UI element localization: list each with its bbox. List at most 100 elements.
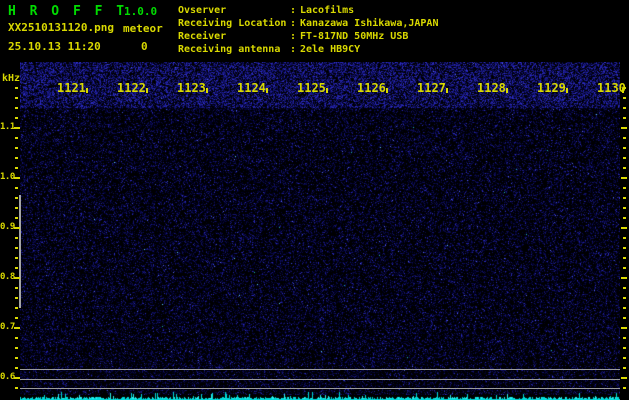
time-tick-label: 1122 [117,81,146,95]
freq-minor-tick [15,187,18,189]
info-row: Receiving antenna:2ele HB9CY [178,43,438,56]
freq-tick-label: 0.9 [0,222,15,232]
freq-minor-tick [15,297,18,299]
info-row-separator: : [290,44,297,55]
freq-minor-tick [623,297,626,299]
freq-minor-tick [623,237,626,239]
freq-minor-tick [15,117,18,119]
info-row-separator: : [290,31,297,42]
freq-minor-tick [15,107,18,109]
meteor-count: 0 [141,40,148,53]
freq-major-tick [621,377,627,379]
freq-minor-tick [623,307,626,309]
time-minute-tick [86,88,88,93]
freq-minor-tick [623,157,626,159]
time-minute-tick [566,88,568,93]
info-row-label: Receiver [178,31,227,42]
freq-major-tick [14,277,20,279]
horizontal-marker-line [20,388,620,389]
freq-tick-label: 0.7 [0,322,15,332]
info-row-value: Lacofilms [300,5,355,16]
freq-minor-tick [623,337,626,339]
freq-minor-tick [15,197,18,199]
info-row-value: 2ele HB9CY [300,44,361,55]
freq-minor-tick [15,307,18,309]
freq-major-tick [621,227,627,229]
freq-tick-label: 1.1 [0,122,15,132]
info-row-value: Kanazawa Ishikawa,JAPAN [300,18,439,29]
freq-minor-tick [15,147,18,149]
freq-major-tick [14,227,20,229]
freq-minor-tick [623,247,626,249]
info-row: Ovserver: Lacofilms [178,4,438,17]
time-minute-tick [326,88,328,93]
freq-minor-tick [15,257,18,259]
time-tick-label: 1121 [57,81,86,95]
horizontal-marker-line [20,369,620,370]
freq-minor-tick [623,287,626,289]
freq-minor-tick [15,157,18,159]
freq-major-tick [621,327,627,329]
time-tick-label: 1128 [477,81,506,95]
freq-minor-tick [623,257,626,259]
mode-label: meteor [123,22,163,35]
freq-minor-tick [623,117,626,119]
freq-minor-tick [15,367,18,369]
freq-tick-label: 0.6 [0,372,15,382]
time-tick-label: 1125 [297,81,326,95]
freq-major-tick [621,177,627,179]
freq-minor-tick [623,367,626,369]
output-filename: XX2510131120.png [8,21,114,34]
freq-major-tick [621,127,627,129]
freq-minor-tick [623,357,626,359]
freq-minor-tick [15,387,18,389]
freq-minor-tick [15,347,18,349]
time-minute-tick [506,88,508,93]
freq-minor-tick [623,347,626,349]
time-tick-label: 1129 [537,81,566,95]
info-row: Receiving Location: Kanazawa Ishikawa,JAP… [178,17,438,30]
freq-tick-label: 0.8 [0,272,15,282]
freq-minor-tick [623,387,626,389]
time-tick-label: 1124 [237,81,266,95]
freq-minor-tick [623,197,626,199]
app-title: H R O F F T [8,4,128,19]
freq-major-tick [14,127,20,129]
freq-minor-tick [15,237,18,239]
time-tick-label: 1127 [417,81,446,95]
spectrogram-noise [20,62,620,395]
time-minute-tick [386,88,388,93]
freq-minor-tick [623,147,626,149]
freq-minor-tick [15,97,18,99]
freq-minor-tick [15,337,18,339]
time-minute-tick [266,88,268,93]
info-row-separator: : [290,5,297,16]
info-row-label: Ovserver [178,5,227,16]
freq-minor-tick [623,167,626,169]
info-row-label: Receiving antenna [178,44,281,55]
freq-minor-tick [623,217,626,219]
time-minute-tick [146,88,148,93]
info-row-separator: : [290,18,297,29]
info-row: Receiver: FT-817ND 50MHz USB [178,30,438,43]
freq-minor-tick [15,87,18,89]
freq-axis-unit-label: kHz [2,73,21,84]
freq-minor-tick [623,187,626,189]
freq-minor-tick [623,207,626,209]
freq-major-tick [14,327,20,329]
info-row-value: FT-817ND 50MHz USB [300,31,409,42]
freq-minor-tick [15,217,18,219]
freq-minor-tick [15,317,18,319]
app-version: 1.0.0 [124,5,158,18]
freq-minor-tick [15,207,18,209]
freq-minor-tick [623,107,626,109]
freq-minor-tick [15,267,18,269]
freq-major-tick [621,277,627,279]
observation-datetime: 25.10.13 11:20 [8,40,101,53]
time-minute-tick [622,88,624,93]
freq-minor-tick [15,137,18,139]
freq-minor-tick [623,137,626,139]
time-minute-tick [206,88,208,93]
horizontal-marker-line [20,379,620,380]
freq-minor-tick [15,167,18,169]
